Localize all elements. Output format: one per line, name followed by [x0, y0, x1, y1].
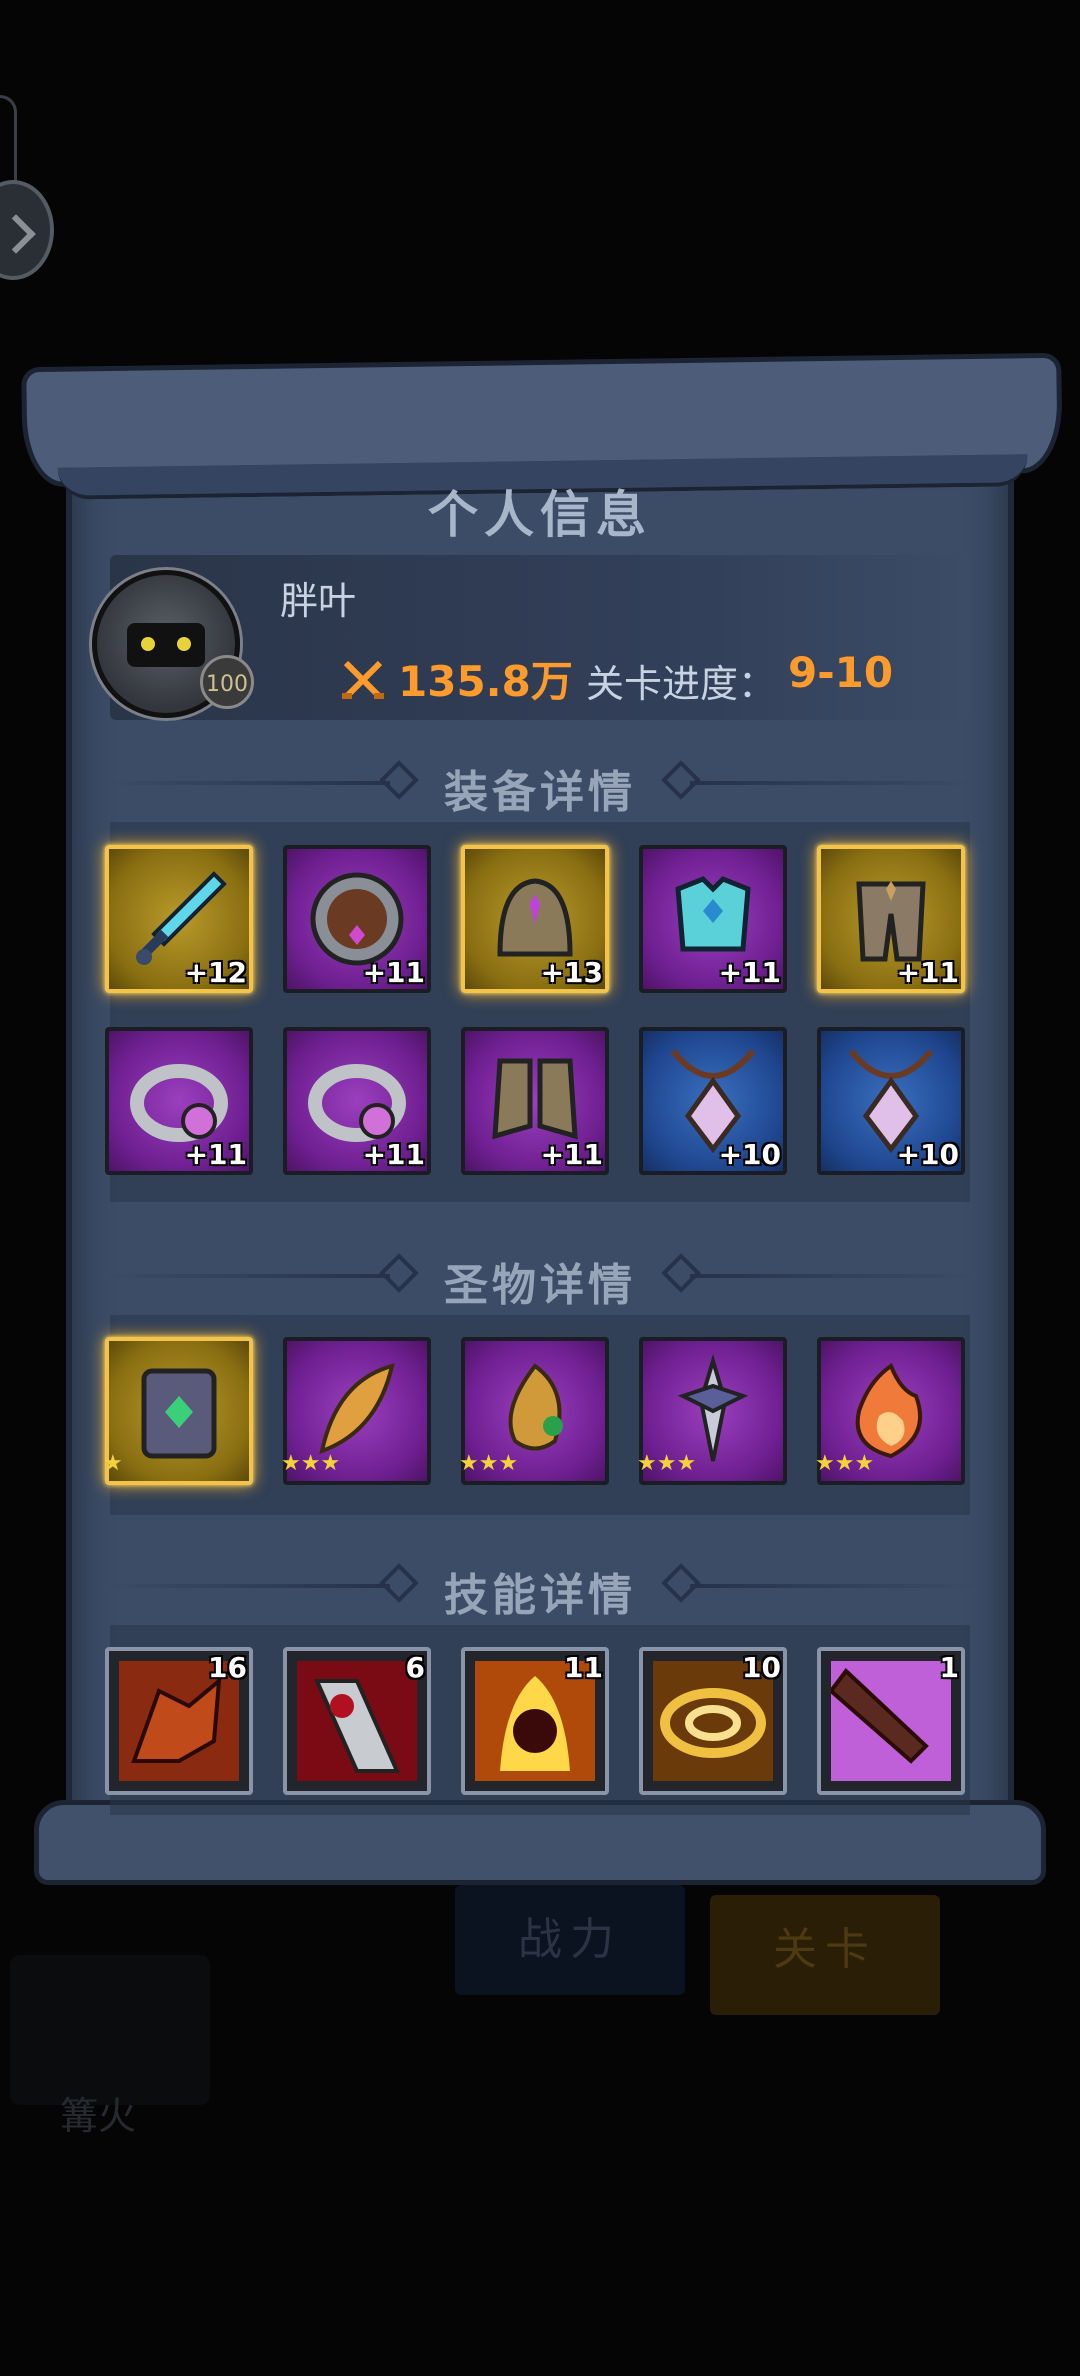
- back-arrow-icon[interactable]: [0, 180, 54, 280]
- enhance-level: +11: [540, 1138, 603, 1171]
- shield-slot[interactable]: +11: [283, 845, 431, 993]
- star-rating: ★★★: [281, 1451, 341, 1476]
- enhance-level: +11: [718, 956, 781, 989]
- flame-slot[interactable]: ★★★: [815, 1337, 965, 1485]
- enhance-level: +11: [362, 956, 425, 989]
- amulet-slot[interactable]: +10: [817, 1027, 965, 1175]
- player-info-panel: 个人信息 100 胖叶 135.8万 关卡进度： 9-10 装备详情 圣物详情 …: [21, 352, 1063, 1885]
- power-ranking-button: 战力: [455, 1885, 685, 1995]
- helmet-slot[interactable]: +13: [461, 845, 609, 993]
- ring-slot[interactable]: +11: [105, 1027, 253, 1175]
- enhance-level: +10: [718, 1138, 781, 1171]
- boots-slot[interactable]: +11: [461, 1027, 609, 1175]
- fire-demon-skill-slot[interactable]: 11: [461, 1647, 609, 1795]
- skills-section-header: 技能详情: [100, 1555, 980, 1621]
- skill-level: 11: [564, 1651, 603, 1684]
- dagger-slot[interactable]: ★★★: [637, 1337, 787, 1485]
- eye-icon: [177, 637, 191, 651]
- dragon-head-skill-slot[interactable]: 16: [105, 1647, 253, 1795]
- enhance-level: +13: [540, 956, 603, 989]
- stage-ranking-button: 关卡: [710, 1895, 940, 2015]
- blood-blade-skill-icon: [297, 1661, 417, 1781]
- enhance-level: +11: [184, 1138, 247, 1171]
- star-rating: ★★★: [637, 1451, 697, 1476]
- amulet-slot[interactable]: +10: [639, 1027, 787, 1175]
- knight-visor: [127, 623, 205, 667]
- skill-level: 1: [939, 1651, 959, 1684]
- player-level-badge: 100: [200, 655, 254, 709]
- skills-section-title: 技能详情: [444, 1570, 636, 1621]
- vortex-skill-slot[interactable]: 10: [639, 1647, 787, 1795]
- enhance-level: +12: [184, 956, 247, 989]
- relics-section-header: 圣物详情: [100, 1245, 980, 1311]
- enhance-level: +10: [896, 1138, 959, 1171]
- equipment-section-title: 装备详情: [444, 767, 636, 818]
- stage-progress-label: 关卡进度：: [586, 662, 777, 706]
- chest-armor-slot[interactable]: +11: [639, 845, 787, 993]
- leg-armor-slot[interactable]: +11: [817, 845, 965, 993]
- scroll-top-roll: [21, 352, 1063, 488]
- stage-progress-value: 9-10: [788, 648, 894, 697]
- star-rating: ★: [103, 1451, 123, 1476]
- feather-slot[interactable]: ★★★: [281, 1337, 431, 1485]
- skill-level: 6: [405, 1651, 425, 1684]
- eye-icon: [141, 637, 155, 651]
- blood-blade-skill-slot[interactable]: 6: [283, 1647, 431, 1795]
- spellbook-icon: [141, 1368, 217, 1459]
- dragon-slot[interactable]: ★★★: [459, 1337, 609, 1485]
- enhance-level: +11: [896, 956, 959, 989]
- enhance-level: +11: [362, 1138, 425, 1171]
- star-rating: ★★★: [459, 1451, 519, 1476]
- spellbook-slot[interactable]: ★: [103, 1337, 253, 1485]
- skill-level: 10: [742, 1651, 781, 1684]
- piercing-strike-skill-slot[interactable]: 1: [817, 1647, 965, 1795]
- crossed-swords-icon: [342, 660, 384, 700]
- panel-title: 个人信息: [428, 486, 652, 544]
- star-rating: ★★★: [815, 1451, 875, 1476]
- relics-section-title: 圣物详情: [444, 1260, 636, 1311]
- player-name: 胖叶: [280, 579, 357, 623]
- ring-slot[interactable]: +11: [283, 1027, 431, 1175]
- bottom-tab: [10, 1955, 210, 2105]
- skill-level: 16: [208, 1651, 247, 1684]
- sword-slot[interactable]: +12: [105, 845, 253, 993]
- bottom-tab-label: 篝火: [60, 2094, 137, 2138]
- piercing-strike-skill-icon: [831, 1661, 951, 1781]
- combat-power-value: 135.8万: [398, 657, 573, 706]
- equipment-section-header: 装备详情: [100, 752, 980, 818]
